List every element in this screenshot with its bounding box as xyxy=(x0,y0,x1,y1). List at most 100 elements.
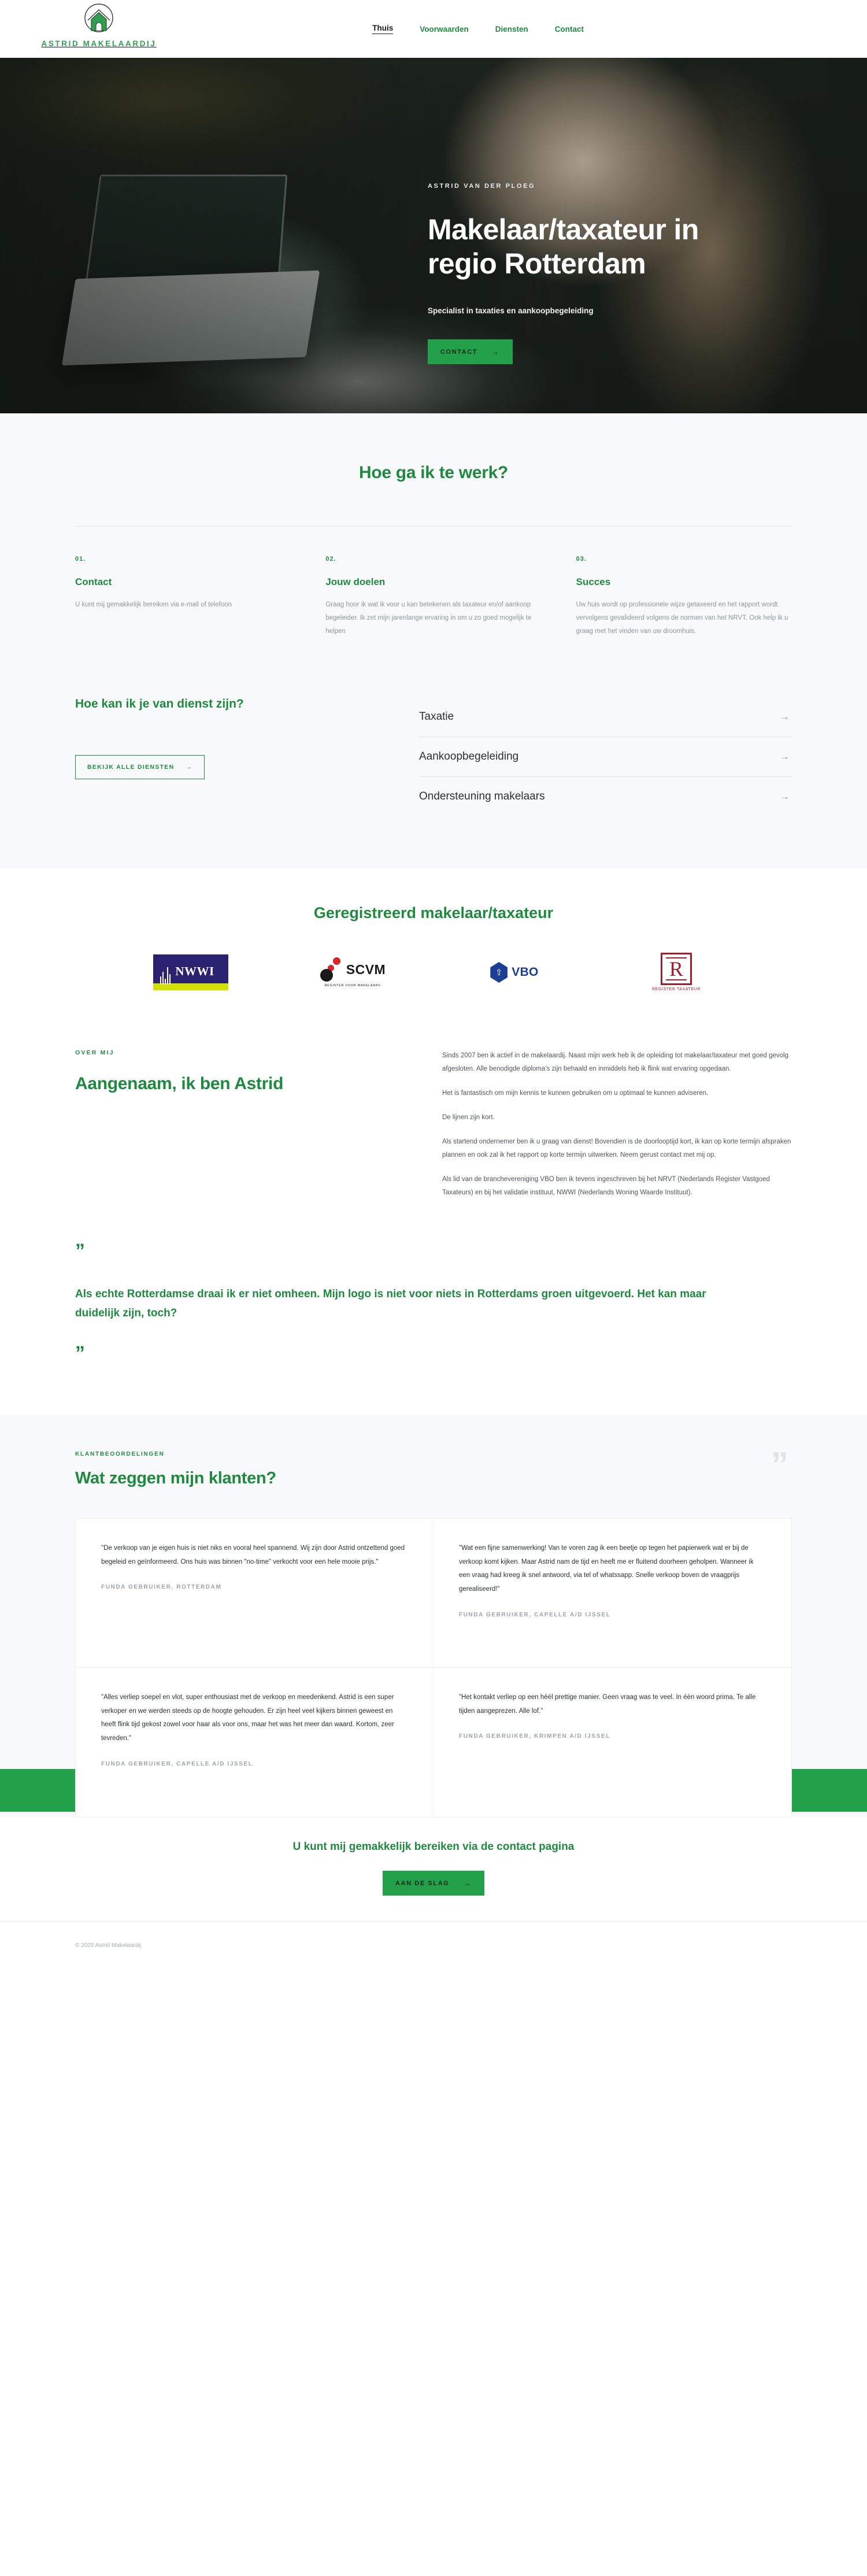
vbo-hexagon-icon: ⇧ xyxy=(490,962,508,983)
about-paragraph: De lijnen zijn kort. xyxy=(442,1114,495,1121)
arrow-right-icon: → xyxy=(186,764,193,771)
services-list: Taxatie → Aankoopbegeleiding → Ondersteu… xyxy=(419,697,792,816)
testimonial-author: FUNDA GEBRUIKER, ROTTERDAM xyxy=(101,1584,222,1591)
cta-section: U kunt mij gemakkelijk bereiken via de c… xyxy=(0,1818,867,1922)
hero-contact-button[interactable]: CONTACT → xyxy=(428,339,513,364)
service-item-ondersteuning-makelaars[interactable]: Ondersteuning makelaars → xyxy=(419,777,792,816)
about-paragraph: Het is fantastisch om mijn kennis te kun… xyxy=(442,1090,709,1097)
registry-section: Geregistreerd makelaar/taxateur NWWI SCV… xyxy=(0,868,867,1016)
service-item-taxatie[interactable]: Taxatie → xyxy=(419,697,792,737)
register-taxateur-logo-icon: R REGISTER TAXATEUR xyxy=(651,952,701,992)
cta-start-button-label: AAN DE SLAG xyxy=(395,1879,450,1887)
quote-text: Als echte Rotterdamse draai ik er niet o… xyxy=(75,1288,706,1319)
scvm-dots-icon xyxy=(320,957,342,982)
about-left: OVER MIJ Aangenaam, ik ben Astrid xyxy=(75,1049,390,1200)
testimonial-card: "Wat een fijne samenwerking! Van te vore… xyxy=(433,1519,791,1668)
step-title: Succes xyxy=(576,576,611,587)
service-item-aankoopbegeleiding[interactable]: Aankoopbegeleiding → xyxy=(419,737,792,777)
decorative-quote-icon: ” xyxy=(771,1445,788,1485)
brand-name: ASTRID MAKELAARDIJ xyxy=(41,39,157,48)
hero-subtitle: Specialist in taxaties en aankoopbegelei… xyxy=(428,306,594,315)
nav-item-thuis[interactable]: Thuis xyxy=(372,24,394,34)
service-name: Aankoopbegeleiding xyxy=(419,750,519,763)
process-section: Hoe ga ik te werk? 01. Contact U kunt mi… xyxy=(0,413,867,691)
testimonial-author: FUNDA GEBRUIKER, CAPELLE A/D IJSSEL xyxy=(101,1760,253,1767)
arrow-right-icon: → xyxy=(463,1879,472,1888)
site-footer: © 2025 Astrid Makelaardij xyxy=(0,1922,867,1972)
about-body: Sinds 2007 ben ik actief in de makelaard… xyxy=(442,1049,792,1200)
process-step: 02. Jouw doelen Graag hoor ik wat ik voo… xyxy=(325,556,541,638)
step-title: Jouw doelen xyxy=(325,576,386,587)
services-section: Hoe kan ik je van dienst zijn? BEKIJK AL… xyxy=(0,691,867,868)
about-paragraph: Als startend ondernemer ben ik u graag v… xyxy=(442,1138,791,1159)
step-body: U kunt mij gemakkelijk bereiken via e-ma… xyxy=(75,601,232,608)
hero-contact-button-label: CONTACT xyxy=(440,348,478,356)
process-divider xyxy=(75,526,792,527)
scvm-logo-icon: SCVM REGISTER VOOR MAKELAARS xyxy=(320,957,386,987)
registry-logos: NWWI SCVM REGISTER VOOR MAKELAARS ⇧ VBO … xyxy=(75,952,792,993)
services-left: Hoe kan ik je van dienst zijn? BEKIJK AL… xyxy=(75,697,390,816)
logo-nwwi: NWWI xyxy=(153,952,228,993)
testimonials-eyebrow: KLANTBEOORDELINGEN xyxy=(75,1451,165,1458)
nwwi-bars-icon xyxy=(160,965,171,984)
nwwi-logo-icon: NWWI xyxy=(153,954,228,990)
hero-content: ASTRID VAN DER PLOEG Makelaar/taxateur i… xyxy=(428,183,775,364)
cta-title: U kunt mij gemakkelijk bereiken via de c… xyxy=(292,1841,575,1853)
cta-start-button[interactable]: AAN DE SLAG → xyxy=(383,1871,484,1896)
vbo-logo-icon: ⇧ VBO xyxy=(490,962,538,983)
testimonial-card: "Alles verliep soepel en vlot, super ent… xyxy=(76,1668,433,1818)
testimonial-quote: "Alles verliep soepel en vlot, super ent… xyxy=(101,1694,394,1742)
step-number: 03. xyxy=(576,556,587,562)
view-all-services-button[interactable]: BEKIJK ALLE DIENSTEN → xyxy=(75,755,205,779)
about-title: Aangenaam, ik ben Astrid xyxy=(75,1074,284,1093)
scvm-tagline: REGISTER VOOR MAKELAARS xyxy=(324,984,381,987)
process-title: Hoe ga ik te werk? xyxy=(358,463,509,482)
arrow-right-icon: → xyxy=(780,791,790,802)
main-navigation: Thuis Voorwaarden Diensten Contact xyxy=(372,24,584,34)
hero-section: ASTRID VAN DER PLOEG Makelaar/taxateur i… xyxy=(0,58,867,413)
step-title: Contact xyxy=(75,576,112,587)
about-paragraph: Sinds 2007 ben ik actief in de makelaard… xyxy=(442,1052,788,1072)
nav-item-voorwaarden[interactable]: Voorwaarden xyxy=(420,25,469,34)
testimonials-grid: "De verkoop van je eigen huis is niet ni… xyxy=(75,1518,792,1818)
nav-item-diensten[interactable]: Diensten xyxy=(495,25,528,34)
arrow-right-icon: → xyxy=(780,711,790,722)
vbo-wordmark: VBO xyxy=(512,965,539,979)
regtax-letter: R xyxy=(669,957,683,980)
scvm-wordmark: SCVM xyxy=(346,961,386,977)
services-heading: Hoe kan ik je van dienst zijn? xyxy=(75,697,244,710)
step-body: Graag hoor ik wat ik voor u kan betekene… xyxy=(325,601,532,635)
process-step: 01. Contact U kunt mij gemakkelijk berei… xyxy=(75,556,291,638)
testimonial-card: "Het kontakt verliep op een héél prettig… xyxy=(433,1668,791,1817)
step-number: 02. xyxy=(325,556,336,562)
arrow-right-icon: → xyxy=(780,751,790,762)
process-steps: 01. Contact U kunt mij gemakkelijk berei… xyxy=(75,556,792,638)
testimonials-section: KLANTBEOORDELINGEN Wat zeggen mijn klant… xyxy=(0,1415,867,1818)
logo-vbo: ⇧ VBO xyxy=(490,952,538,993)
logo-scvm: SCVM REGISTER VOOR MAKELAARS xyxy=(320,952,386,993)
view-all-services-label: BEKIJK ALLE DIENSTEN xyxy=(87,764,175,771)
house-in-circle-logo-icon xyxy=(84,3,113,32)
logo-register-taxateur: R REGISTER TAXATEUR xyxy=(652,952,701,993)
step-number: 01. xyxy=(75,556,86,562)
testimonial-card: "De verkoop van je eigen huis is niet ni… xyxy=(76,1519,433,1668)
hero-title: Makelaar/taxateur in regio Rotterdam xyxy=(428,213,699,280)
site-header: ASTRID MAKELAARDIJ Thuis Voorwaarden Die… xyxy=(0,0,867,58)
quote-section: ” Als echte Rotterdamse draai ik er niet… xyxy=(0,1200,867,1416)
about-eyebrow: OVER MIJ xyxy=(75,1049,114,1056)
brand-logo-link[interactable]: ASTRID MAKELAARDIJ xyxy=(41,2,157,48)
nwwi-wordmark: NWWI xyxy=(175,964,214,978)
testimonial-author: FUNDA GEBRUIKER, KRIMPEN A/D IJSSEL xyxy=(459,1733,610,1740)
nav-item-contact[interactable]: Contact xyxy=(555,25,584,34)
regtax-caption: REGISTER TAXATEUR xyxy=(651,987,701,991)
hero-eyebrow: ASTRID VAN DER PLOEG xyxy=(428,183,536,190)
testimonial-quote: "Wat een fijne samenwerking! Van te vore… xyxy=(459,1545,754,1593)
arrow-right-icon: → xyxy=(491,347,500,356)
registry-title: Geregistreerd makelaar/taxateur xyxy=(313,904,554,921)
service-name: Ondersteuning makelaars xyxy=(419,790,545,802)
about-paragraph: Als lid van de branchevereniging VBO ben… xyxy=(442,1176,770,1196)
testimonial-quote: "De verkoop van je eigen huis is niet ni… xyxy=(101,1545,405,1565)
quote-open-mark-icon: ” xyxy=(75,1240,85,1262)
service-name: Taxatie xyxy=(419,710,454,723)
about-section: OVER MIJ Aangenaam, ik ben Astrid Sinds … xyxy=(0,1016,867,1200)
